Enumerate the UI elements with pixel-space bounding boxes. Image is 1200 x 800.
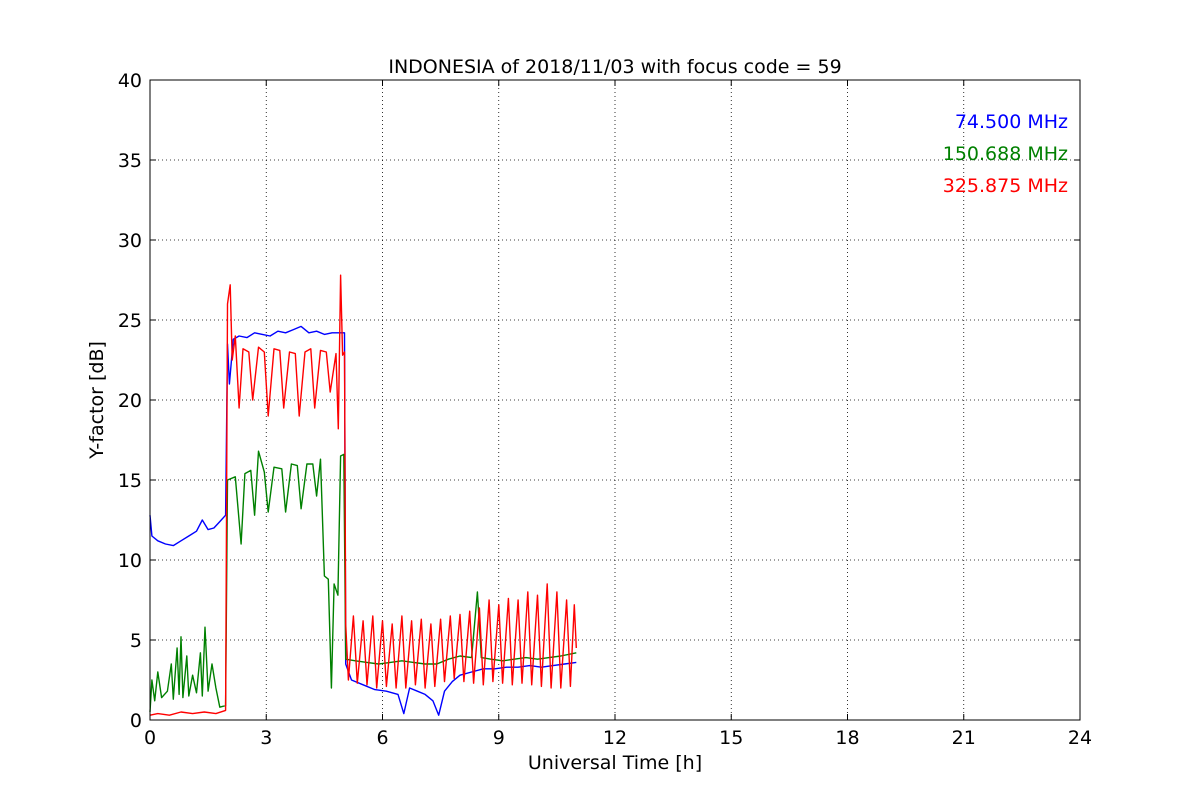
x-tick-label: 3 [260,727,272,749]
y-tick-label: 20 [118,390,142,412]
legend-entry: 74.500 MHz [955,111,1068,133]
x-tick-label: 21 [952,727,976,749]
x-tick-label: 24 [1068,727,1092,749]
x-tick-label: 18 [835,727,859,749]
legend-entry: 150.688 MHz [943,143,1068,165]
legend: 74.500 MHz 150.688 MHz 325.875 MHz [943,111,1068,197]
y-tick-label: 5 [130,630,142,652]
legend-entry: 325.875 MHz [943,175,1068,197]
y-tick-label: 40 [118,70,142,92]
y-tick-label: 30 [118,230,142,252]
chart-title: INDONESIA of 2018/11/03 with focus code … [388,56,841,78]
x-tick-label: 12 [603,727,627,749]
y-tick-label: 0 [130,710,142,732]
chart: 0 3 6 9 12 15 18 21 24 0 5 10 15 20 25 30 35 40 74.500 M… [0,0,1200,800]
x-tick-label: 9 [493,727,505,749]
x-tick-label: 6 [376,727,388,749]
y-axis-label: Y-factor [dB] [86,341,108,460]
y-tick-label: 10 [118,550,142,572]
y-tick-label: 25 [118,310,142,332]
x-tick-label: 15 [719,727,743,749]
y-tick-label: 35 [118,150,142,172]
x-tick-label: 0 [144,727,156,749]
x-axis-label: Universal Time [h] [528,752,702,774]
y-tick-label: 15 [118,470,142,492]
